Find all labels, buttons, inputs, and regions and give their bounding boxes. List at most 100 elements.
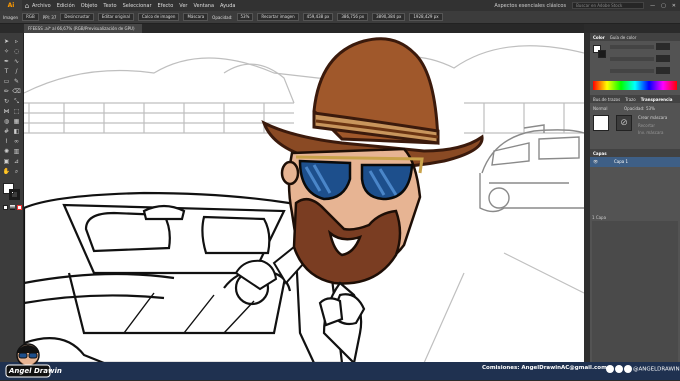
mask-button[interactable]: Máscara bbox=[183, 13, 209, 21]
mask-thumbnail-icon[interactable]: ⊘ bbox=[616, 115, 632, 131]
search-input[interactable]: Buscar en Adobe Stock bbox=[572, 2, 645, 9]
make-mask-button[interactable]: Crear máscara bbox=[638, 115, 667, 120]
color-value-b[interactable] bbox=[656, 67, 670, 74]
menu-objeto[interactable]: Objeto bbox=[81, 3, 98, 9]
tab-transparency[interactable]: Transparencia bbox=[641, 97, 673, 102]
youtube-icon bbox=[606, 365, 614, 373]
layer-visibility-icon[interactable]: 👁 bbox=[593, 157, 598, 167]
social-handle-text: @ANGELDRAWIN bbox=[633, 366, 680, 373]
color-value-r[interactable] bbox=[656, 43, 670, 50]
file-name-field[interactable]: RGB bbox=[22, 13, 39, 21]
transparency-panel-body: Normal Opacidad: 53% ⊘ Crear máscara Rec… bbox=[590, 103, 680, 143]
hand-tool-icon[interactable]: ✋ bbox=[2, 167, 11, 176]
menu-texto[interactable]: Texto bbox=[103, 3, 116, 9]
workspace-switcher[interactable]: Aspectos esenciales clásicos bbox=[494, 3, 566, 9]
eyedropper-tool-icon[interactable]: ⌇ bbox=[2, 137, 11, 146]
embed-button[interactable]: Desincrustar bbox=[60, 13, 94, 21]
control-bar: Imagen RGB PPI: 37 Desincrustar Editar o… bbox=[0, 11, 680, 24]
magic-wand-tool-icon[interactable]: ✧ bbox=[2, 47, 11, 56]
width-field[interactable]: 3890,384 px bbox=[372, 13, 406, 21]
graph-tool-icon[interactable]: ▥ bbox=[12, 147, 21, 156]
color-mode-icon[interactable] bbox=[3, 205, 8, 210]
curvature-tool-icon[interactable]: ∿ bbox=[12, 57, 21, 66]
color-slider-b[interactable] bbox=[610, 69, 654, 73]
tab-stroke[interactable]: Trazo bbox=[625, 97, 636, 102]
rotate-tool-icon[interactable]: ↻ bbox=[2, 97, 11, 106]
color-panel-header: Color Guía de color bbox=[590, 33, 680, 41]
blend-mode-select[interactable]: Normal bbox=[593, 106, 607, 111]
menu-ventana[interactable]: Ventana bbox=[193, 3, 214, 9]
app-logo: Ai bbox=[0, 0, 22, 11]
transparency-opacity-field[interactable]: 53% bbox=[646, 106, 655, 111]
menu-bar: Ai ⌂ Archivo Edición Objeto Texto Selecc… bbox=[0, 0, 680, 11]
menu-ver[interactable]: Ver bbox=[179, 3, 187, 9]
footer-banner: Comisiones: AngelDrawinAC@gmail.com @ANG… bbox=[0, 362, 680, 380]
tab-color-guide[interactable]: Guía de color bbox=[610, 35, 637, 40]
tab-color[interactable]: Color bbox=[593, 35, 605, 40]
pen-tool-icon[interactable]: ✒ bbox=[2, 57, 11, 66]
gradient-mode-icon[interactable] bbox=[10, 205, 15, 210]
color-spectrum[interactable] bbox=[593, 81, 677, 90]
invert-mask-checkbox[interactable]: Inv. máscara bbox=[638, 130, 664, 135]
direct-selection-tool-icon[interactable]: ▹ bbox=[12, 37, 21, 46]
panel-empty-area bbox=[592, 221, 678, 363]
artwork bbox=[24, 37, 584, 363]
scale-tool-icon[interactable]: ⤡ bbox=[12, 97, 21, 106]
crop-image-button[interactable]: Recortar imagen bbox=[257, 13, 299, 21]
close-icon[interactable]: ✕ bbox=[672, 3, 676, 9]
edit-original-button[interactable]: Editar original bbox=[97, 13, 134, 21]
x-field[interactable]: 459,438 px bbox=[302, 13, 334, 21]
layers-footer: 1 Capa bbox=[592, 215, 607, 220]
minimize-icon[interactable]: — bbox=[650, 3, 655, 9]
zoom-tool-icon[interactable]: ⌕ bbox=[12, 167, 21, 176]
tab-stroke-search[interactable]: Bus.de trazos bbox=[593, 97, 620, 102]
clip-checkbox[interactable]: Recortar bbox=[638, 123, 655, 128]
instagram-icon bbox=[624, 365, 632, 373]
maximize-icon[interactable]: ▢ bbox=[661, 3, 666, 9]
height-field[interactable]: 1928,429 px bbox=[409, 13, 443, 21]
document-tab[interactable]: FFEESS .ai* al 66,67% (RGB/Previsualizac… bbox=[24, 24, 142, 33]
eraser-tool-icon[interactable]: ⌫ bbox=[12, 87, 21, 96]
color-slider-g[interactable] bbox=[610, 57, 654, 61]
symbol-sprayer-tool-icon[interactable]: ✺ bbox=[2, 147, 11, 156]
menu-seleccionar[interactable]: Seleccionar bbox=[123, 3, 152, 9]
color-value-g[interactable] bbox=[656, 55, 670, 62]
paintbrush-tool-icon[interactable]: ✎ bbox=[12, 77, 21, 86]
stroke-swatch[interactable] bbox=[9, 189, 20, 200]
selection-tool-icon[interactable]: ➤ bbox=[2, 37, 11, 46]
y-field[interactable]: 386,756 px bbox=[337, 13, 369, 21]
type-tool-icon[interactable]: T bbox=[2, 67, 11, 76]
gradient-tool-icon[interactable]: ◧ bbox=[12, 127, 21, 136]
home-icon[interactable]: ⌂ bbox=[22, 2, 32, 10]
social-handle: @ANGELDRAWIN bbox=[606, 365, 680, 373]
color-stroke-swatch[interactable] bbox=[598, 50, 606, 58]
mesh-tool-icon[interactable]: # bbox=[2, 127, 11, 136]
free-transform-tool-icon[interactable]: ⬚ bbox=[12, 107, 21, 116]
lasso-tool-icon[interactable]: ◌ bbox=[12, 47, 21, 56]
slice-tool-icon[interactable]: ⊿ bbox=[12, 157, 21, 166]
artboard-canvas[interactable] bbox=[24, 33, 584, 363]
opacity-field[interactable]: 53% bbox=[236, 13, 254, 21]
artboard-tool-icon[interactable]: ▣ bbox=[2, 157, 11, 166]
menu-efecto[interactable]: Efecto bbox=[158, 3, 174, 9]
layer-name[interactable]: Capa 1 bbox=[614, 157, 628, 167]
color-slider-r[interactable] bbox=[610, 45, 654, 49]
blend-tool-icon[interactable]: ∞ bbox=[12, 137, 21, 146]
shape-builder-tool-icon[interactable]: ◍ bbox=[2, 117, 11, 126]
layers-panel-header: Capas bbox=[590, 149, 680, 157]
menu-edicion[interactable]: Edición bbox=[57, 3, 75, 9]
perspective-grid-tool-icon[interactable]: ▦ bbox=[12, 117, 21, 126]
width-tool-icon[interactable]: ⋈ bbox=[2, 107, 11, 116]
line-tool-icon[interactable]: / bbox=[12, 67, 21, 76]
image-trace-button[interactable]: Calco de imagen bbox=[137, 13, 180, 21]
none-mode-icon[interactable] bbox=[17, 205, 22, 210]
menu-archivo[interactable]: Archivo bbox=[32, 3, 51, 9]
rectangle-tool-icon[interactable]: ▭ bbox=[2, 77, 11, 86]
tools-panel: ➤ ▹ ✧ ◌ ✒ ∿ T / ▭ ✎ ✏ ⌫ ↻ ⤡ ⋈ ⬚ ◍ ▦ # ◧ … bbox=[0, 33, 24, 363]
pencil-tool-icon[interactable]: ✏ bbox=[2, 87, 11, 96]
tab-layers[interactable]: Capas bbox=[593, 151, 607, 156]
layer-row[interactable]: 👁 Capa 1 bbox=[590, 157, 680, 167]
menu-ayuda[interactable]: Ayuda bbox=[220, 3, 235, 9]
document-tab-bar: FFEESS .ai* al 66,67% (RGB/Previsualizac… bbox=[24, 24, 584, 33]
control-mode: Imagen bbox=[3, 14, 19, 20]
